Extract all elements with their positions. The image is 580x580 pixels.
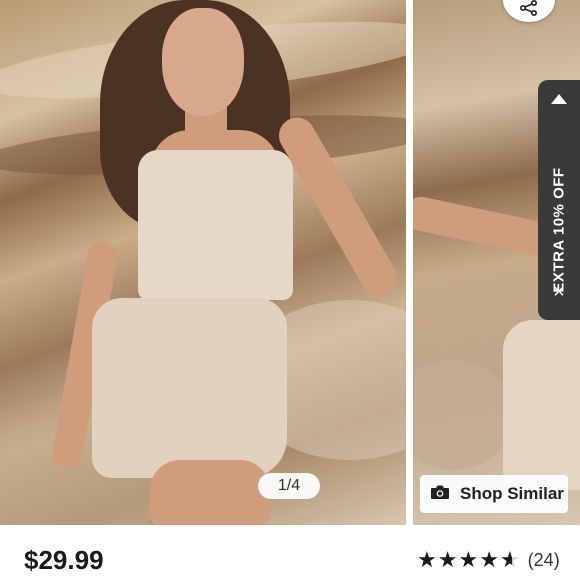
photo-detail [138, 150, 293, 300]
promo-arrow-icon [551, 94, 567, 104]
photo-detail [413, 360, 513, 470]
product-price: $29.99 [24, 545, 104, 575]
star-rating: ★ ★ ★ ★ ★ [417, 547, 520, 572]
photo-detail [150, 460, 270, 525]
product-image-gallery[interactable]: EXTRA 10% OFF × 1/4 Shop Similar [0, 0, 580, 525]
star-half-icon: ★ [500, 549, 520, 572]
photo-detail [92, 298, 287, 478]
product-photo-main[interactable] [0, 0, 406, 525]
star-full-icon: ★ [458, 547, 479, 572]
photo-detail [162, 8, 244, 116]
promo-text[interactable]: EXTRA 10% OFF [551, 167, 568, 292]
photo-detail [503, 320, 580, 490]
camera-icon [430, 484, 450, 505]
promo-tab[interactable]: EXTRA 10% OFF × [538, 80, 580, 320]
close-icon[interactable]: × [538, 280, 580, 304]
share-icon [520, 0, 538, 16]
rating-summary[interactable]: ★★★★★ (24) [417, 547, 560, 572]
shop-similar-button[interactable]: Shop Similar [420, 475, 568, 513]
star-full-icon: ★ [479, 547, 499, 572]
review-count[interactable]: (24) [528, 550, 560, 571]
shop-similar-label: Shop Similar [460, 484, 564, 503]
star-full-icon: ★ [437, 547, 458, 572]
star-full-icon: ★ [417, 547, 437, 572]
page-indicator: 1/4 [258, 473, 320, 499]
